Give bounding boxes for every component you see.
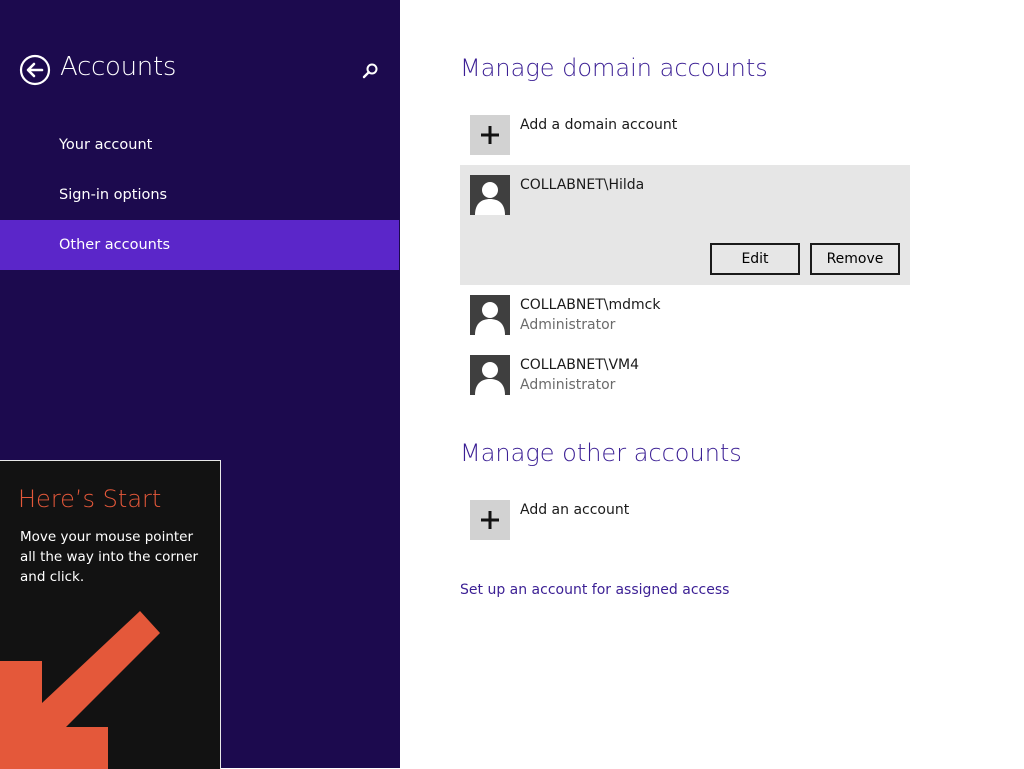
account-card-selected[interactable]: COLLABNET\Hilda Edit Remove bbox=[460, 165, 910, 285]
start-tip-panel: Here’s Start Move your mouse pointer all… bbox=[0, 460, 221, 769]
domain-accounts-heading: Manage domain accounts bbox=[460, 54, 768, 82]
page-title: Accounts bbox=[60, 52, 177, 82]
plus-icon bbox=[481, 126, 499, 144]
add-account-button[interactable] bbox=[470, 500, 510, 540]
assigned-access-link[interactable]: Set up an account for assigned access bbox=[460, 582, 729, 598]
main-content: Manage domain accounts Add a domain acco… bbox=[400, 0, 1024, 768]
account-role: Administrator bbox=[520, 317, 616, 333]
search-icon[interactable] bbox=[358, 60, 382, 84]
sidebar-item-label: Other accounts bbox=[59, 237, 171, 253]
sidebar-item-sign-in-options[interactable]: Sign-in options bbox=[0, 170, 399, 220]
sidebar-item-label: Sign-in options bbox=[59, 187, 168, 203]
remove-button[interactable]: Remove bbox=[810, 243, 900, 275]
add-domain-account-label[interactable]: Add a domain account bbox=[520, 117, 677, 133]
account-name[interactable]: COLLABNET\VM4 bbox=[520, 357, 639, 373]
sidebar-item-your-account[interactable]: Your account bbox=[0, 120, 399, 170]
other-accounts-heading: Manage other accounts bbox=[460, 439, 742, 467]
account-role: Administrator bbox=[520, 377, 616, 393]
account-name[interactable]: COLLABNET\mdmck bbox=[520, 297, 660, 313]
back-arrow-icon[interactable] bbox=[19, 54, 51, 86]
start-tip-text: Move your mouse pointer all the way into… bbox=[20, 529, 199, 585]
corner-arrow-icon bbox=[0, 611, 160, 769]
start-tip-title: Here’s Start bbox=[18, 485, 162, 513]
add-account-label[interactable]: Add an account bbox=[520, 502, 629, 518]
user-avatar-icon bbox=[470, 295, 510, 335]
user-avatar-icon bbox=[470, 355, 510, 395]
sidebar-item-other-accounts[interactable]: Other accounts bbox=[0, 220, 399, 270]
add-domain-account-button[interactable] bbox=[470, 115, 510, 155]
account-name: COLLABNET\Hilda bbox=[520, 177, 645, 193]
edit-button[interactable]: Edit bbox=[710, 243, 800, 275]
sidebar-item-label: Your account bbox=[59, 137, 153, 153]
plus-icon bbox=[481, 511, 499, 529]
user-avatar-icon bbox=[470, 175, 510, 215]
